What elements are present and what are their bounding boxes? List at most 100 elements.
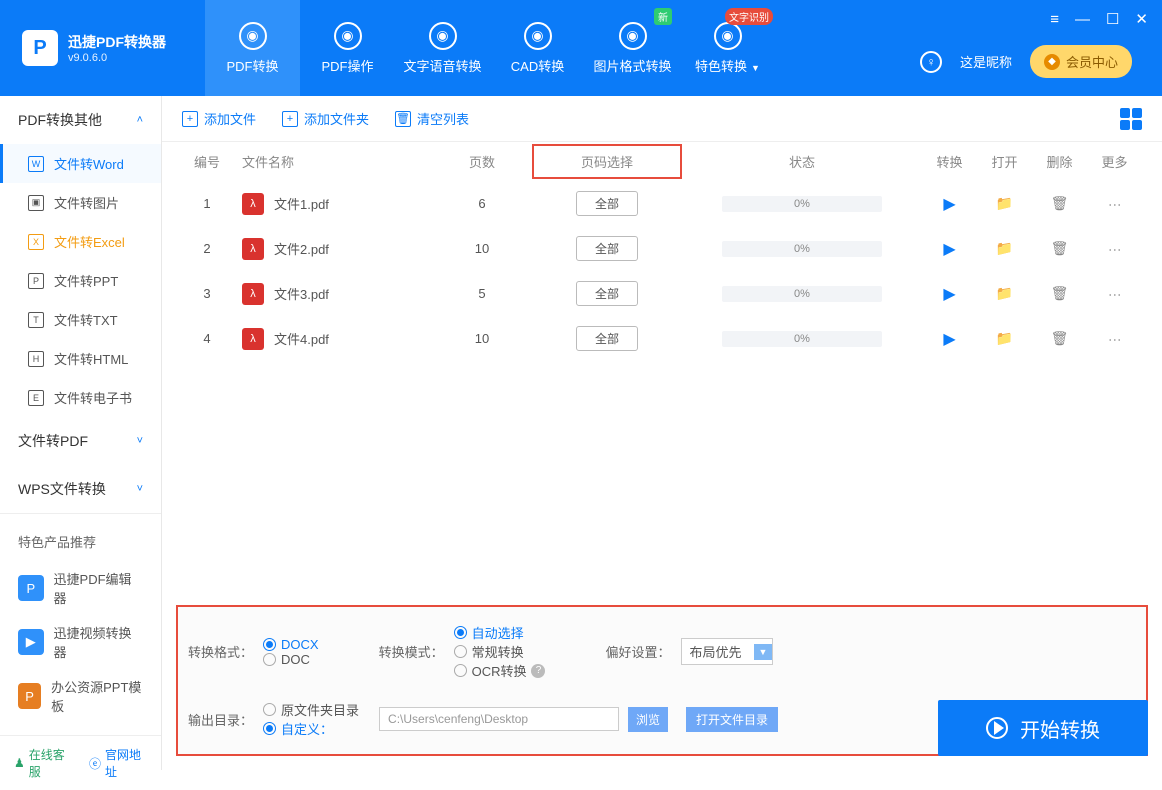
pdf-icon: λ <box>242 328 264 350</box>
top-tab-4[interactable]: 新◉图片格式转换 <box>585 0 680 96</box>
promo-icon: P <box>18 683 41 709</box>
sidebar-group-0[interactable]: PDF转换其他˄ <box>0 96 161 144</box>
radio-icon <box>454 626 467 639</box>
promo-icon: P <box>18 575 44 601</box>
more-icon[interactable]: ⋮ <box>1107 288 1123 299</box>
more-icon[interactable]: ⋮ <box>1107 333 1123 344</box>
user-nickname[interactable]: 这是昵称 <box>960 52 1012 71</box>
delete-icon[interactable]: 🗑 <box>1051 330 1069 346</box>
page-range-button[interactable]: 全部 <box>576 191 638 216</box>
add-file-button[interactable]: +添加文件 <box>182 109 256 128</box>
open-folder-icon[interactable]: 📁 <box>996 285 1013 301</box>
clear-list-button[interactable]: 🗑清空列表 <box>395 109 469 128</box>
globe-icon: ⓔ <box>89 755 101 772</box>
promo-item-2[interactable]: P办公资源PPT模板 <box>4 669 157 723</box>
top-tab-0[interactable]: ◉PDF转换 <box>205 0 300 96</box>
mode-option-0[interactable]: 自动选择 <box>454 623 546 642</box>
tab-icon: ◉ <box>334 22 362 50</box>
format-option-DOC[interactable]: DOC <box>263 652 319 667</box>
sidebar-item-0-3[interactable]: P文件转PPT <box>0 261 161 300</box>
page-range-button[interactable]: 全部 <box>576 236 638 261</box>
promo-item-0[interactable]: P迅捷PDF编辑器 <box>4 561 157 615</box>
badge-new: 新 <box>654 8 672 25</box>
radio-icon <box>263 638 276 651</box>
pdf-icon: λ <box>242 193 264 215</box>
tab-icon: ◉ <box>619 22 647 50</box>
vip-center-button[interactable]: ◆ 会员中心 <box>1030 45 1132 78</box>
convert-play-icon[interactable]: ▶ <box>943 196 955 213</box>
view-switch[interactable] <box>1120 108 1142 130</box>
page-range-button[interactable]: 全部 <box>576 326 638 351</box>
promo-section: 特色产品推荐 P迅捷PDF编辑器▶迅捷视频转换器P办公资源PPT模板 <box>0 513 161 735</box>
file-name: 文件1.pdf <box>274 194 329 213</box>
top-tab-3[interactable]: ◉CAD转换 <box>490 0 585 96</box>
menu-icon[interactable]: ≡ <box>1050 11 1059 28</box>
sidebar-item-0-5[interactable]: H文件转HTML <box>0 339 161 378</box>
sidebar-group-1[interactable]: 文件转PDF˅ <box>0 417 161 465</box>
sidebar-item-0-4[interactable]: T文件转TXT <box>0 300 161 339</box>
more-icon[interactable]: ⋮ <box>1107 198 1123 209</box>
top-tab-1[interactable]: ◉PDF操作 <box>300 0 395 96</box>
delete-icon[interactable]: 🗑 <box>1051 195 1069 211</box>
sidebar-item-0-2[interactable]: X文件转Excel <box>0 222 161 261</box>
chevron-down-icon: ▼ <box>751 63 760 73</box>
delete-icon[interactable]: 🗑 <box>1051 285 1069 301</box>
convert-play-icon[interactable]: ▶ <box>943 286 955 303</box>
tab-icon: ◉ <box>239 22 267 50</box>
open-folder-icon[interactable]: 📁 <box>996 330 1013 346</box>
headset-icon: ♟ <box>14 756 25 770</box>
output-label: 输出目录： <box>188 710 253 729</box>
start-convert-button[interactable]: 开始转换 <box>938 700 1148 756</box>
help-icon[interactable]: ? <box>531 664 545 678</box>
open-folder-icon[interactable]: 📁 <box>996 195 1013 211</box>
minimize-icon[interactable]: — <box>1075 11 1090 28</box>
format-option-DOCX[interactable]: DOCX <box>263 637 319 652</box>
open-dir-button[interactable]: 打开文件目录 <box>686 707 778 732</box>
convert-play-icon[interactable]: ▶ <box>943 331 955 348</box>
sidebar-item-0-0[interactable]: W文件转Word <box>0 144 161 183</box>
add-folder-button[interactable]: +添加文件夹 <box>282 109 369 128</box>
delete-icon[interactable]: 🗑 <box>1051 240 1069 256</box>
file-type-icon: T <box>28 312 44 328</box>
sidebar-item-0-1[interactable]: ▣文件转图片 <box>0 183 161 222</box>
chevron-down-icon: ▼ <box>754 644 773 660</box>
page-range-header-highlight: 页码选择 <box>532 144 682 179</box>
file-type-icon: E <box>28 390 44 406</box>
maximize-icon[interactable]: ☐ <box>1106 10 1119 28</box>
main-panel: +添加文件 +添加文件夹 🗑清空列表 编号 文件名称 页数 页码选择 状态 转换… <box>162 96 1162 770</box>
top-tab-5[interactable]: 文字识别◉特色转换▼ <box>680 0 775 96</box>
table-row: 2 λ文件2.pdf 10 全部 0% ▶ 📁 🗑 ⋮ <box>162 226 1162 271</box>
promo-item-1[interactable]: ▶迅捷视频转换器 <box>4 615 157 669</box>
mode-option-1[interactable]: 常规转换 <box>454 642 546 661</box>
chevron-icon: ˅ <box>137 483 143 495</box>
more-icon[interactable]: ⋮ <box>1107 243 1123 254</box>
top-tab-2[interactable]: ◉文字语音转换 <box>395 0 490 96</box>
tab-icon: ◉ <box>714 22 742 50</box>
format-label: 转换格式： <box>188 642 253 661</box>
output-option-0[interactable]: 原文件夹目录 <box>263 700 359 719</box>
page-range-button[interactable]: 全部 <box>576 281 638 306</box>
mode-option-2[interactable]: OCR转换? <box>454 661 546 680</box>
progress-bar: 0% <box>722 331 882 347</box>
progress-bar: 0% <box>722 196 882 212</box>
sidebar-item-0-6[interactable]: E文件转电子书 <box>0 378 161 417</box>
close-icon[interactable]: ✕ <box>1135 10 1148 28</box>
convert-play-icon[interactable]: ▶ <box>943 241 955 258</box>
user-avatar-icon[interactable]: ♀ <box>920 51 942 73</box>
pref-select[interactable]: 布局优先▼ <box>681 638 774 665</box>
output-path-input[interactable]: C:\Users\cenfeng\Desktop <box>379 707 619 731</box>
online-service-link[interactable]: ♟在线客服 <box>14 746 71 780</box>
output-option-1[interactable]: 自定义： <box>263 719 359 738</box>
plus-icon: + <box>182 111 198 127</box>
titlebar: P 迅捷PDF转换器 v9.0.6.0 ◉PDF转换◉PDF操作◉文字语音转换◉… <box>0 0 1162 96</box>
app-version: v9.0.6.0 <box>68 52 166 64</box>
file-type-icon: X <box>28 234 44 250</box>
table-header: 编号 文件名称 页数 页码选择 状态 转换 打开 删除 更多 <box>162 142 1162 181</box>
chevron-icon: ˄ <box>137 114 143 126</box>
open-folder-icon[interactable]: 📁 <box>996 240 1013 256</box>
sidebar-group-2[interactable]: WPS文件转换˅ <box>0 465 161 513</box>
promo-icon: ▶ <box>18 629 44 655</box>
browse-button[interactable]: 浏览 <box>628 707 668 732</box>
tab-icon: ◉ <box>429 22 457 50</box>
official-site-link[interactable]: ⓔ官网地址 <box>89 746 147 780</box>
